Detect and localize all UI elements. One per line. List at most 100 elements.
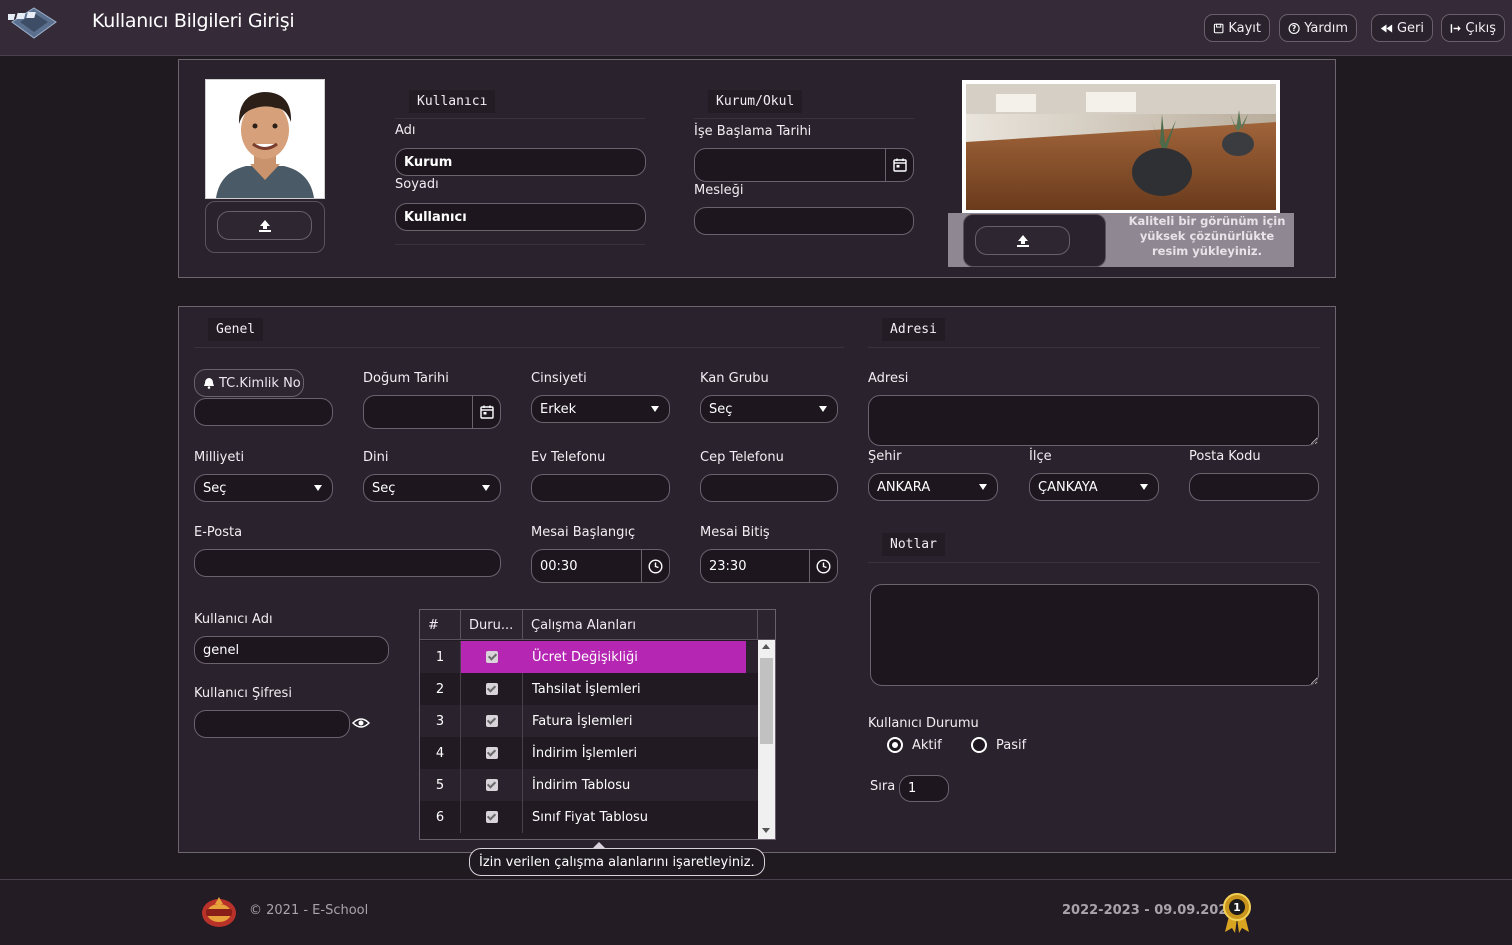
grid-header-num[interactable]: #	[420, 610, 461, 640]
passive-radio[interactable]	[971, 737, 987, 753]
caret-down-icon	[819, 406, 827, 412]
profile-upload-button[interactable]	[217, 211, 312, 240]
first-name-input[interactable]: Kurum	[395, 148, 646, 176]
save-button[interactable]: Kayıt	[1204, 14, 1270, 42]
table-row[interactable]: 1 Ücret Değişikliği	[420, 641, 758, 673]
table-row[interactable]: 2 Tahsilat İşlemleri	[420, 673, 758, 705]
scroll-down-icon[interactable]	[762, 828, 770, 833]
email-input[interactable]	[194, 549, 501, 577]
grid-header-area[interactable]: Çalışma Alanları	[523, 610, 758, 640]
status-active-option[interactable]: Aktif	[887, 737, 942, 753]
city-value: ANKARA	[877, 479, 931, 495]
bell-icon	[204, 378, 214, 389]
row-checkbox[interactable]	[485, 811, 498, 823]
grid-tooltip: İzin verilen çalışma alanlarını işaretle…	[469, 848, 765, 876]
profession-input[interactable]	[694, 207, 914, 235]
help-button[interactable]: ? Yardım	[1279, 14, 1357, 42]
save-label: Kayıt	[1228, 20, 1261, 36]
active-radio[interactable]	[887, 737, 903, 753]
nationality-value: Seç	[203, 480, 227, 496]
calendar-button[interactable]	[885, 149, 913, 181]
caret-down-icon	[482, 485, 490, 491]
gender-select[interactable]: Erkek	[531, 395, 670, 423]
scroll-up-icon[interactable]	[762, 644, 770, 649]
postal-label: Posta Kodu	[1189, 449, 1261, 464]
city-select[interactable]: ANKARA	[868, 473, 998, 501]
award-badge-icon[interactable]: 1	[1222, 892, 1252, 938]
divider	[194, 347, 844, 348]
district-value: ÇANKAYA	[1038, 479, 1098, 495]
scroll-thumb[interactable]	[760, 658, 773, 744]
grid-scrollbar[interactable]	[758, 640, 775, 839]
nationality-select[interactable]: Seç	[194, 474, 333, 502]
row-checkbox[interactable]	[486, 651, 498, 663]
time-picker-button[interactable]	[809, 550, 837, 582]
clock-icon	[816, 558, 831, 574]
table-row[interactable]: 3 Fatura İşlemleri	[420, 705, 758, 737]
row-number: 2	[420, 673, 461, 705]
passive-label: Pasif	[996, 737, 1027, 753]
table-row[interactable]: 6 Sınıf Fiyat Tablosu	[420, 801, 758, 833]
calendar-button[interactable]	[472, 396, 500, 428]
blood-select[interactable]: Seç	[700, 395, 838, 423]
row-area: İndirim İşlemleri	[532, 745, 638, 761]
address-textarea[interactable]	[868, 395, 1319, 446]
mobile-input[interactable]	[700, 474, 838, 502]
first-name-label: Adı	[395, 123, 416, 138]
last-name-input[interactable]: Kullanıcı	[395, 203, 646, 231]
postal-input[interactable]	[1189, 473, 1319, 501]
work-areas-grid: # Duru... Çalışma Alanları 1 Ücret Değiş…	[419, 609, 776, 840]
clock-icon	[648, 558, 663, 574]
caret-down-icon	[1140, 484, 1148, 490]
home-phone-input[interactable]	[531, 474, 670, 502]
rewind-icon	[1380, 23, 1393, 33]
row-number: 3	[420, 705, 461, 737]
password-input[interactable]	[194, 710, 350, 738]
avatar-icon	[206, 80, 324, 198]
status-passive-option[interactable]: Pasif	[971, 737, 1026, 753]
table-row[interactable]: 5 İndirim Tablosu	[420, 769, 758, 801]
work-end-value: 23:30	[709, 558, 747, 574]
work-end-input[interactable]: 23:30	[700, 549, 838, 583]
row-checkbox[interactable]	[485, 747, 498, 759]
notes-textarea[interactable]	[870, 584, 1319, 686]
row-number: 5	[420, 769, 461, 801]
active-label: Aktif	[912, 737, 942, 753]
row-area: Ücret Değişikliği	[523, 641, 746, 673]
work-end-label: Mesai Bitiş	[700, 525, 770, 540]
row-checkbox[interactable]	[485, 715, 498, 727]
app-logo-icon[interactable]	[5, 4, 60, 44]
cover-upload-button[interactable]	[975, 226, 1070, 255]
cover-hint-text: Kaliteli bir görünüm için yüksek çözünür…	[1128, 214, 1286, 258]
birth-date-input[interactable]	[363, 395, 501, 429]
back-label: Geri	[1396, 20, 1424, 36]
row-checkbox[interactable]	[485, 779, 498, 791]
notes-section-title: Notlar	[882, 533, 945, 556]
address-label: Adresi	[868, 371, 909, 386]
time-picker-button[interactable]	[641, 550, 669, 582]
username-input[interactable]: genel	[194, 636, 389, 664]
password-label: Kullanıcı Şifresi	[194, 686, 292, 701]
district-select[interactable]: ÇANKAYA	[1029, 473, 1159, 501]
start-date-input[interactable]	[694, 148, 914, 182]
row-checkbox-cell	[461, 705, 523, 737]
grid-header-status[interactable]: Duru...	[461, 610, 523, 640]
row-checkbox-cell	[461, 641, 523, 673]
user-section-title: Kullanıcı	[409, 90, 496, 113]
order-input[interactable]: 1	[899, 775, 949, 802]
show-password-eye-icon[interactable]	[351, 716, 371, 734]
last-name-label: Soyadı	[395, 177, 439, 192]
caret-down-icon	[651, 406, 659, 412]
term-date-text: 2022-2023 - 09.09.2022	[1062, 903, 1237, 918]
work-start-input[interactable]: 00:30	[531, 549, 670, 583]
table-row[interactable]: 4 İndirim İşlemleri	[420, 737, 758, 769]
tc-input[interactable]	[194, 398, 333, 426]
row-checkbox[interactable]	[485, 683, 498, 695]
svg-text:1: 1	[1233, 901, 1241, 914]
religion-select[interactable]: Seç	[363, 474, 501, 502]
back-button[interactable]: Geri	[1371, 14, 1433, 42]
page-title: Kullanıcı Bilgileri Girişi	[92, 10, 295, 32]
user-status-label: Kullanıcı Durumu	[868, 716, 979, 731]
row-area: Fatura İşlemleri	[532, 713, 633, 729]
exit-button[interactable]: Çıkış	[1441, 14, 1505, 42]
